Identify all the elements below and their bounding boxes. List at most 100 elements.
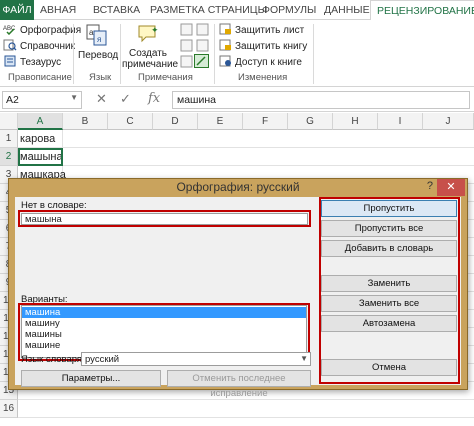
group-separator [73, 24, 74, 84]
research-label: Справочник [20, 41, 75, 52]
select-all-corner[interactable] [0, 113, 18, 130]
enter-icon[interactable]: ✓ [120, 91, 131, 107]
cancel-icon[interactable]: ✕ [96, 91, 107, 107]
group-changes-label: Изменения [238, 72, 288, 83]
change-all-button[interactable]: Заменить все [321, 295, 457, 312]
comment-next-icon [180, 55, 193, 71]
thesaurus-button[interactable]: Тезаурус [3, 55, 61, 70]
dictionary-language-label: Язык словаря: [21, 354, 85, 365]
svg-text:ABC: ABC [3, 26, 16, 32]
group-language-label: Язык [89, 72, 112, 83]
column-header-h[interactable]: H [333, 113, 378, 130]
comment-tool-2[interactable] [180, 39, 193, 55]
column-header-j[interactable]: J [423, 113, 474, 130]
show-all-comments-icon [196, 39, 209, 55]
column-header-f[interactable]: F [243, 113, 288, 130]
new-comment-label-1: Создать [128, 48, 167, 59]
empty-cells-row[interactable] [63, 130, 474, 148]
formula-bar: A2 ▼ ✕ ✓ fx машина [0, 88, 474, 112]
formula-input[interactable]: машина [172, 91, 470, 109]
suggestion-item[interactable]: машине [22, 340, 306, 351]
new-comment-button[interactable]: ✦ Создать примечание [122, 23, 179, 70]
undo-last-button[interactable]: Отменить последнее исправление [167, 370, 311, 399]
column-header-i[interactable]: I [378, 113, 423, 130]
help-icon[interactable]: ? [427, 180, 433, 192]
tab-insert[interactable]: ВСТАВКА [93, 0, 140, 20]
group-proofing-label: Правописание [8, 72, 72, 83]
research-icon [3, 39, 17, 54]
spelling-dialog: Орфография: русский ? ✕ Нет в словаре: м… [8, 178, 468, 399]
close-icon[interactable]: ✕ [437, 179, 465, 196]
insert-function-icon[interactable]: fx [148, 91, 160, 106]
tab-home[interactable]: АВНАЯ [40, 0, 76, 20]
ignore-once-button[interactable]: Пропустить [321, 200, 457, 217]
cancel-button[interactable]: Отмена [321, 359, 457, 376]
comment-tool-1[interactable] [180, 23, 193, 39]
comment-tool-6[interactable] [194, 54, 209, 71]
comment-tool-4[interactable] [196, 23, 209, 39]
chevron-down-icon[interactable]: ▼ [70, 93, 78, 102]
spelling-button[interactable]: ABC Орфография [3, 23, 81, 38]
research-button[interactable]: Справочник [3, 39, 75, 54]
empty-cells-row[interactable] [18, 400, 474, 418]
comment-tool-3[interactable] [180, 55, 193, 71]
autocorrect-button[interactable]: Автозамена [321, 315, 457, 332]
protect-sheet-button[interactable]: Защитить лист [219, 23, 304, 38]
translate-icon: aя [78, 23, 116, 50]
change-button[interactable]: Заменить [321, 275, 457, 292]
tab-formulas[interactable]: ФОРМУЛЫ [262, 0, 316, 20]
column-header-e[interactable]: E [198, 113, 243, 130]
comment-previous-icon [180, 39, 193, 55]
suggestion-item[interactable]: машины [22, 329, 306, 340]
chevron-down-icon: ▼ [300, 354, 308, 363]
share-workbook-button[interactable]: Доступ к книге [219, 55, 302, 70]
tab-file[interactable]: ФАЙЛ [0, 0, 34, 20]
thesaurus-icon [3, 55, 17, 70]
ribbon: ABC Орфография Справочник Тезаурус Право… [0, 20, 474, 87]
new-comment-icon: ✦ [122, 23, 174, 48]
options-button[interactable]: Параметры... [21, 370, 161, 387]
spelling-label: Орфография [20, 25, 82, 36]
new-comment-label-2: примечание [122, 59, 179, 70]
share-workbook-label: Доступ к книге [235, 57, 302, 68]
row-header[interactable]: 16 [0, 400, 18, 418]
dialog-body: Нет в словаре: машына Варианты: машина м… [15, 197, 461, 399]
tab-data[interactable]: ДАННЫЕ [324, 0, 370, 20]
column-header-d[interactable]: D [153, 113, 198, 130]
name-box-value: A2 [6, 94, 19, 106]
cell-a1[interactable]: карова [18, 130, 63, 148]
row-header[interactable]: 1 [0, 130, 18, 148]
lock-workbook-icon [219, 39, 232, 54]
ribbon-tabs: ФАЙЛ АВНАЯ ВСТАВКА РАЗМЕТКА СТРАНИЦЫ ФОР… [0, 0, 474, 21]
name-box[interactable]: A2 ▼ [2, 91, 82, 109]
column-header-b[interactable]: B [63, 113, 108, 130]
cell-a2[interactable]: машына [18, 148, 63, 166]
empty-cells-row[interactable] [63, 148, 474, 166]
column-header-a[interactable]: A [18, 113, 63, 130]
column-header-c[interactable]: C [108, 113, 153, 130]
comment-tool-5[interactable] [196, 39, 209, 55]
spelling-icon: ABC [3, 23, 17, 38]
thesaurus-label: Тезаурус [20, 57, 62, 68]
add-to-dictionary-button[interactable]: Добавить в словарь [321, 240, 457, 257]
share-workbook-icon [219, 55, 232, 70]
show-comment-icon [196, 23, 209, 39]
lock-sheet-icon [219, 23, 232, 38]
suggestions-list[interactable]: машина машину машины машине [21, 305, 307, 358]
group-comments-label: Примечания [138, 72, 193, 83]
svg-text:✦: ✦ [151, 25, 159, 35]
column-header-g[interactable]: G [288, 113, 333, 130]
row-header[interactable]: 2 [0, 148, 18, 166]
not-in-dictionary-field[interactable]: машына [21, 213, 308, 225]
group-separator [120, 24, 121, 84]
dialog-title: Орфография: русский [176, 180, 300, 194]
suggestion-item[interactable]: машина [22, 307, 306, 318]
suggestion-item[interactable]: машину [22, 318, 306, 329]
ignore-all-button[interactable]: Пропустить все [321, 220, 457, 237]
protect-workbook-button[interactable]: Защитить книгу [219, 39, 307, 54]
translate-button[interactable]: aя Перевод [78, 23, 118, 61]
tab-page-layout[interactable]: РАЗМЕТКА СТРАНИЦЫ [150, 0, 267, 20]
dictionary-language-select[interactable]: русский ▼ [81, 352, 311, 366]
tab-review[interactable]: РЕЦЕНЗИРОВАНИЕ [370, 0, 474, 21]
svg-text:я: я [97, 35, 101, 44]
